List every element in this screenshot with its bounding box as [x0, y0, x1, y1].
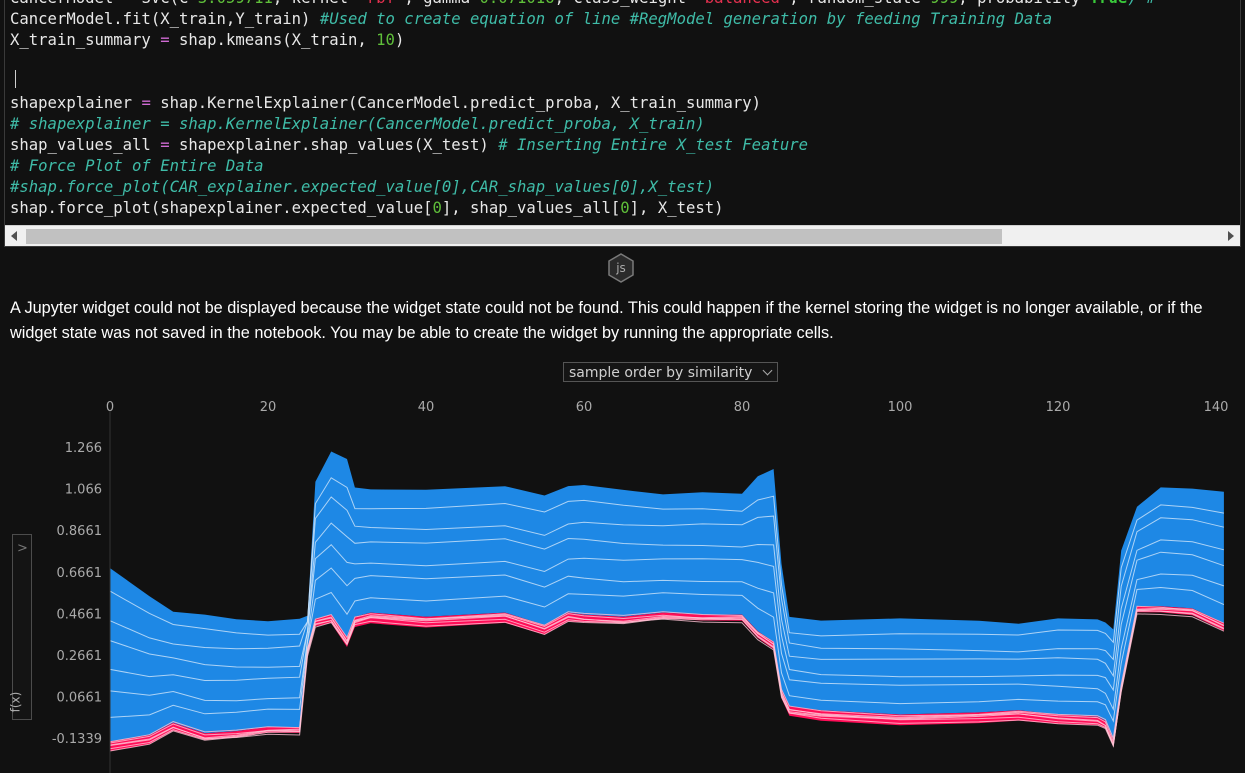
text-cursor [15, 70, 16, 88]
code-token: 3.059711 [198, 0, 273, 7]
x-tick-label: 140 [1204, 400, 1229, 415]
x-tick-label: 60 [576, 400, 593, 415]
x-tick-label: 20 [260, 400, 277, 415]
code-token: 999 [930, 0, 958, 7]
code-line[interactable]: CancerModel = SVC(C=3.059711, kernel='rb… [10, 0, 1155, 9]
y-tick-label: 1.066 [65, 483, 102, 498]
code-token: shapexplainer.shap_values(X_test) [169, 136, 499, 154]
sample-order-select[interactable]: sample order by similarity [563, 362, 778, 382]
code-line[interactable]: shap_values_all = shapexplainer.shap_val… [10, 135, 1155, 156]
code-line[interactable]: CancerModel.fit(X_train,Y_train) #Used t… [10, 9, 1155, 30]
code-token: 0 [432, 199, 442, 217]
code-token: , gamma [404, 0, 470, 7]
widget-error-message: A Jupyter widget could not be displayed … [10, 299, 1203, 342]
code-line[interactable] [10, 51, 1155, 72]
y-tick-label: 0.6661 [57, 566, 103, 581]
code-token: X_train_summary [10, 31, 161, 49]
code-line[interactable]: #shap.force_plot(CAR_explainer.expected_… [10, 177, 1155, 198]
code-token: = [141, 94, 151, 112]
code-line[interactable]: shap.force_plot(shapexplainer.expected_v… [10, 198, 1155, 219]
x-tick-label: 120 [1046, 400, 1071, 415]
code-token: shap_values_all [10, 136, 161, 154]
js-output-badge-icon: js [608, 253, 634, 283]
code-line[interactable]: X_train_summary = shap.kmeans(X_train, 1… [10, 30, 1155, 51]
code-token: shapexplainer [10, 94, 142, 112]
x-tick-label: 80 [734, 400, 751, 415]
code-token: # Inserting Entire X_test Feature [498, 136, 809, 154]
code-token: shap.KernelExplainer(CancerModel.predict… [150, 94, 762, 112]
code-token: ) # [1127, 0, 1155, 7]
scroll-left-arrow-icon[interactable] [11, 231, 17, 241]
scrollbar-thumb[interactable] [26, 229, 1002, 244]
code-line[interactable]: # shapexplainer = shap.KernelExplainer(C… [10, 114, 1155, 135]
y-tick-label: 0.8661 [57, 524, 103, 539]
code-token: 'balanced' [695, 0, 789, 7]
sample-order-select-value: sample order by similarity [569, 365, 753, 381]
scroll-right-arrow-icon[interactable] [1228, 231, 1234, 241]
code-token: = [1080, 0, 1089, 7]
code-token: = [160, 136, 170, 154]
code-token: CancerModel.fit(X_train,Y_train) [10, 10, 320, 28]
code-token: 'rbf' [357, 0, 404, 7]
code-token: #shap.force_plot(CAR_explainer.expected_… [10, 178, 715, 196]
code-token: SVC(C [132, 0, 188, 7]
code-token: , probability [958, 0, 1080, 7]
code-token: CancerModel [10, 0, 123, 7]
code-token: #Used to create equation of line #RegMod… [319, 10, 1053, 28]
code-token: True [1090, 0, 1128, 7]
code-token: 0.071016 [479, 0, 554, 7]
code-editor[interactable]: CancerModel = SVC(C=3.059711, kernel='rb… [10, 0, 1155, 219]
x-tick-label: 100 [888, 400, 913, 415]
code-token: ], X_test) [629, 199, 724, 217]
x-tick-label: 0 [106, 400, 114, 415]
code-token: 10 [376, 31, 395, 49]
code-token: = [160, 31, 170, 49]
y-tick-label: 1.266 [65, 441, 102, 456]
horizontal-scrollbar[interactable] [5, 225, 1240, 246]
code-token: = [123, 0, 132, 7]
y-tick-label: 0.0661 [57, 691, 103, 706]
x-tick-label: 40 [418, 400, 435, 415]
code-token: = [188, 0, 197, 7]
code-token: shap.force_plot(shapexplainer.expected_v… [10, 199, 433, 217]
code-token: shap.kmeans(X_train, [169, 31, 377, 49]
code-cell[interactable]: CancerModel = SVC(C=3.059711, kernel='rb… [4, 0, 1241, 247]
code-token: , class_weight [555, 0, 686, 7]
force-plot-chart[interactable]: 0 20 40 60 80 100 120 140 1.266 1.066 0.8661 0.6661… [0, 390, 1245, 773]
chevron-down-icon [762, 365, 773, 376]
code-token: # Force Plot of Entire Data [10, 157, 264, 175]
code-token: = [348, 0, 357, 7]
code-line[interactable]: # Force Plot of Entire Data [10, 156, 1155, 177]
code-token: = [686, 0, 695, 7]
code-token: 0 [620, 199, 630, 217]
y-tick-label: 0.2661 [57, 649, 103, 664]
code-line[interactable] [10, 72, 1155, 93]
code-line[interactable]: shapexplainer = shap.KernelExplainer(Can… [10, 93, 1155, 114]
code-token: , random_state [789, 0, 920, 7]
code-token: = [921, 0, 930, 7]
y-tick-label: 0.4661 [57, 607, 103, 622]
code-token: ], shap_values_all[ [441, 199, 621, 217]
code-token: ) [394, 31, 405, 49]
code-token: # shapexplainer = shap.KernelExplainer(C… [10, 115, 705, 133]
code-token: , kernel [273, 0, 348, 7]
y-tick-label: -0.1339 [52, 732, 102, 747]
js-badge-label: js [615, 261, 626, 275]
